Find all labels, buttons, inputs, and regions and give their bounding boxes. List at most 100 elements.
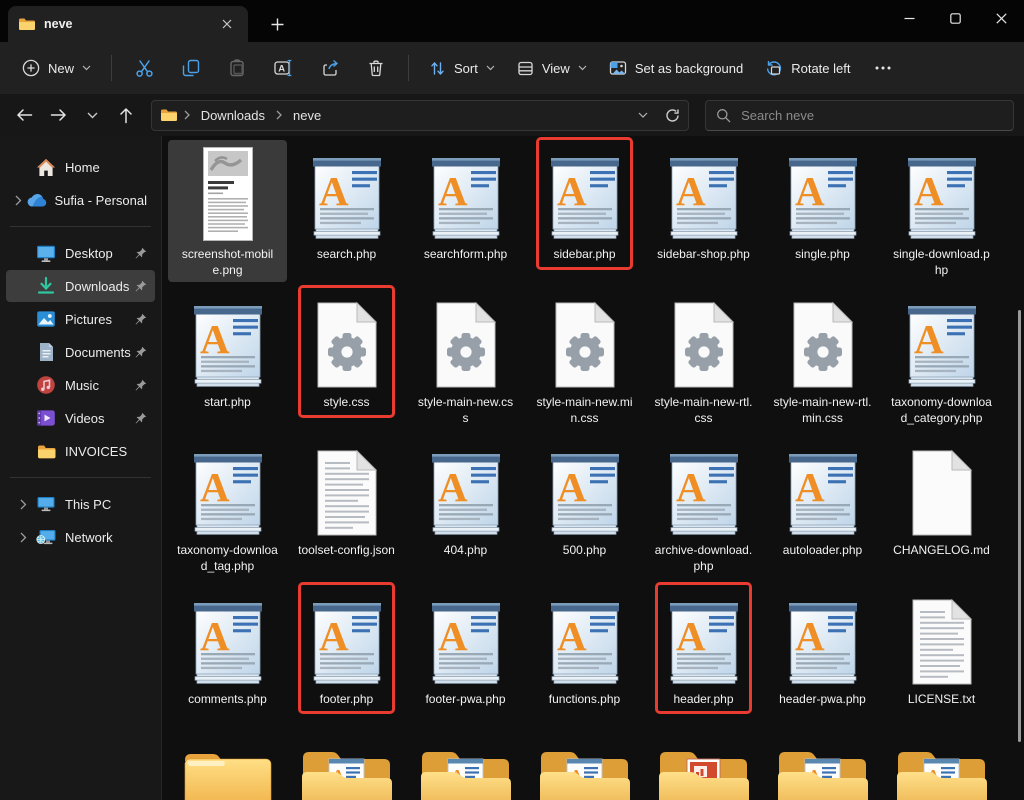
file-tile[interactable]: A header.php xyxy=(644,581,763,714)
sidebar-item-downloads[interactable]: Downloads xyxy=(6,270,155,302)
minimize-button[interactable] xyxy=(886,0,932,36)
chevron-down-icon xyxy=(82,65,91,71)
sidebar-item-pictures[interactable]: Pictures xyxy=(6,303,155,335)
back-button[interactable] xyxy=(10,100,40,130)
sidebar-item-this-pc[interactable]: This PC xyxy=(6,488,155,520)
file-tile[interactable]: A views xyxy=(406,717,525,800)
address-dropdown-icon[interactable] xyxy=(638,112,648,118)
file-tile[interactable]: A vendor xyxy=(287,717,406,800)
file-tile[interactable]: A footer.php xyxy=(287,581,406,714)
file-tile[interactable]: A sidebar-shop.php xyxy=(644,140,763,267)
file-tile[interactable]: A searchform.php xyxy=(406,140,525,267)
file-tile[interactable]: A comments.php xyxy=(168,585,287,712)
address-breadcrumb-bar[interactable]: Downloads neve xyxy=(150,99,690,131)
sidebar-item-label: Network xyxy=(65,529,113,545)
file-name: LICENSE.txt xyxy=(907,691,976,706)
folder-icon xyxy=(160,108,177,122)
forward-button[interactable] xyxy=(44,100,74,130)
search-box[interactable] xyxy=(705,99,1014,131)
file-tile[interactable]: A single-download.php xyxy=(882,140,1001,282)
breadcrumb-downloads[interactable]: Downloads xyxy=(197,106,269,125)
file-tile[interactable]: style.css xyxy=(287,285,406,418)
titlebar: neve xyxy=(0,0,1024,42)
expand-chevron-icon[interactable] xyxy=(12,499,34,510)
file-tile[interactable]: style-main-new-rtl.css xyxy=(644,288,763,430)
file-tile[interactable]: languages xyxy=(644,717,763,800)
file-tile[interactable]: style-main-new.min.css xyxy=(525,288,644,430)
folder-doc-icon: A xyxy=(776,722,870,800)
paste-button[interactable] xyxy=(215,52,259,84)
share-button[interactable] xyxy=(308,52,352,84)
more-options-button[interactable] xyxy=(862,59,904,77)
file-tile[interactable]: A woocommerce xyxy=(525,717,644,800)
file-tile[interactable]: A taxonomy-download_tag.php xyxy=(168,436,287,578)
file-name: footer-pwa.php xyxy=(425,691,506,706)
search-input[interactable] xyxy=(741,107,1003,123)
rename-button[interactable]: A xyxy=(261,52,306,84)
copy-button[interactable] xyxy=(169,52,213,84)
maximize-button[interactable] xyxy=(932,0,978,36)
refresh-icon[interactable] xyxy=(665,108,680,123)
file-tile[interactable]: A taxonomy-download_category.php xyxy=(882,288,1001,430)
file-tile[interactable]: A 500.php xyxy=(525,436,644,563)
explorer-tab[interactable]: neve xyxy=(8,6,248,42)
wallpaper-image-icon xyxy=(609,59,627,77)
breadcrumb-neve[interactable]: neve xyxy=(289,106,325,125)
sidebar-item-network[interactable]: Network xyxy=(6,521,155,553)
delete-button[interactable] xyxy=(354,52,398,84)
file-name: archive-download.php xyxy=(654,543,753,573)
svg-text:A: A xyxy=(200,316,230,362)
tab-close-icon[interactable] xyxy=(216,13,238,35)
expand-chevron-icon[interactable] xyxy=(12,195,26,206)
file-tile[interactable]: CHANGELOG.md xyxy=(882,436,1001,563)
sort-button[interactable]: Sort xyxy=(419,53,505,84)
file-tile[interactable]: A autoloader.php xyxy=(763,436,882,563)
sidebar-item-videos[interactable]: Videos xyxy=(6,402,155,434)
view-button[interactable]: View xyxy=(507,53,597,84)
file-tile[interactable]: A footer-pwa.php xyxy=(406,585,525,712)
up-button[interactable] xyxy=(111,100,141,130)
sidebar-item-invoices[interactable]: INVOICES xyxy=(6,435,155,467)
file-name: style-main-new.css xyxy=(417,395,514,425)
file-tile[interactable]: A header-pwa.php xyxy=(763,585,882,712)
sidebar-item-music[interactable]: Music xyxy=(6,369,155,401)
cut-button[interactable] xyxy=(122,52,167,85)
sidebar-item-desktop[interactable]: Desktop xyxy=(6,237,155,269)
recent-locations-button[interactable] xyxy=(77,100,107,130)
wordpad-doc-icon: A xyxy=(666,441,742,537)
new-tab-button[interactable] xyxy=(262,9,292,39)
close-button[interactable] xyxy=(978,0,1024,36)
plus-circle-icon xyxy=(22,59,40,77)
file-tile[interactable]: A page-templates xyxy=(763,717,882,800)
file-tile[interactable]: A archive-download.php xyxy=(644,436,763,578)
navigation-pane: Home Sufia - Personal Desktop Downloads Pict… xyxy=(0,136,162,800)
sidebar-item-home[interactable]: Home xyxy=(6,151,155,183)
file-name: comments.php xyxy=(188,691,267,706)
sidebar-item-label: Documents xyxy=(65,344,131,360)
file-tile[interactable]: toolset-config.json xyxy=(287,436,406,563)
sidebar-item-sufia-personal[interactable]: Sufia - Personal xyxy=(6,184,155,216)
file-tile[interactable]: A 404.php xyxy=(406,436,525,563)
file-tile[interactable]: style-main-new.css xyxy=(406,288,525,430)
new-button[interactable]: New xyxy=(12,52,101,84)
sidebar-item-label: Downloads xyxy=(65,278,130,294)
sidebar-item-documents[interactable]: Documents xyxy=(6,336,155,368)
vertical-scrollbar[interactable] xyxy=(1018,310,1021,742)
rotate-left-button[interactable]: Rotate left xyxy=(755,52,860,84)
file-tile[interactable]: A search.php xyxy=(287,140,406,267)
file-tile[interactable]: style-main-new-rtl.min.css xyxy=(763,288,882,430)
file-tile[interactable]: A sidebar.php xyxy=(525,137,644,270)
file-tile[interactable]: inc xyxy=(168,717,287,800)
file-tile[interactable]: A functions.php xyxy=(525,585,644,712)
file-tile[interactable]: A template-parts xyxy=(882,717,1001,800)
expand-chevron-icon[interactable] xyxy=(12,532,34,543)
wordpad-doc-icon: A xyxy=(904,293,980,389)
set-as-background-button[interactable]: Set as background xyxy=(599,52,753,84)
file-tile[interactable]: screenshot-mobile.png xyxy=(168,140,287,283)
file-tile[interactable]: A start.php xyxy=(168,288,287,415)
pin-icon xyxy=(135,346,147,358)
svg-text:A: A xyxy=(795,613,825,659)
file-tile[interactable]: LICENSE.txt xyxy=(882,585,1001,712)
file-tile[interactable]: A single.php xyxy=(763,140,882,267)
desktop-icon xyxy=(34,243,58,263)
